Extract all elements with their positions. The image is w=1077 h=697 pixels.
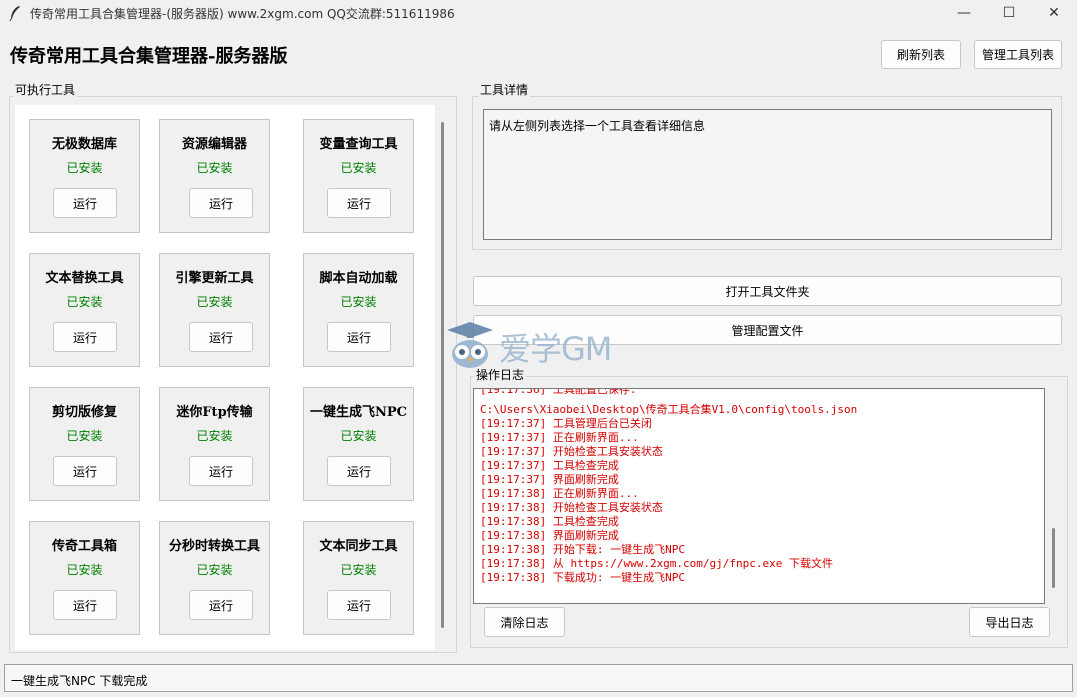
open-tools-folder-button[interactable]: 打开工具文件夹	[473, 276, 1062, 306]
tool-card: 传奇工具箱 已安装 运行	[29, 521, 140, 635]
tool-card: 文本替换工具 已安装 运行	[29, 253, 140, 367]
tool-name: 文本同步工具	[319, 539, 398, 554]
log-line: [19:17:38] 开始下载: 一键生成飞NPC	[480, 543, 685, 556]
tool-card: 变量查询工具 已安装 运行	[303, 119, 414, 233]
detail-text: 请从左侧列表选择一个工具查看详细信息	[489, 119, 706, 133]
tool-status: 已安装	[340, 295, 377, 309]
run-button[interactable]: 运行	[327, 322, 391, 352]
clear-log-button[interactable]: 清除日志	[484, 607, 565, 637]
tool-name: 文本替换工具	[45, 271, 124, 286]
log-line: [19:17:38] 正在刷新界面...	[480, 487, 639, 500]
page-title: 传奇常用工具合集管理器-服务器版	[10, 46, 288, 67]
tool-name: 资源编辑器	[181, 137, 247, 152]
status-text: 一键生成飞NPC 下载完成	[11, 674, 148, 688]
log-line: [19:17:36] 工具配置已保存:	[480, 388, 637, 396]
tool-name: 分秒时转换工具	[168, 539, 260, 554]
log-line: [19:17:37] 界面刷新完成	[480, 473, 619, 486]
tool-name: 迷你Ftp传输	[176, 405, 253, 420]
manage-tools-button[interactable]: 管理工具列表	[974, 40, 1062, 69]
run-button[interactable]: 运行	[53, 322, 117, 352]
export-log-button[interactable]: 导出日志	[969, 607, 1050, 637]
window-titlebar: 传奇常用工具合集管理器-(服务器版) www.2xgm.com QQ交流群:51…	[0, 0, 1077, 26]
tool-card: 脚本自动加载 已安装 运行	[303, 253, 414, 367]
watermark-text: 爱学GM	[499, 330, 612, 368]
log-textarea[interactable]: [19:17:36] 工具配置已保存: C:\Users\Xiaobei\Des…	[473, 388, 1045, 604]
tool-card: 无极数据库 已安装 运行	[29, 119, 140, 233]
run-button[interactable]: 运行	[53, 456, 117, 486]
tool-status: 已安装	[196, 161, 233, 175]
tool-status: 已安装	[66, 161, 103, 175]
log-line: [19:17:38] 下载成功: 一键生成飞NPC	[480, 571, 685, 584]
log-line: [19:17:38] 从 https://www.2xgm.com/gj/fnp…	[480, 557, 834, 570]
tool-status: 已安装	[196, 563, 233, 577]
tool-card: 文本同步工具 已安装 运行	[303, 521, 414, 635]
minimize-icon: —	[957, 5, 971, 21]
tool-card: 一键生成飞NPC 已安装 运行	[303, 387, 414, 501]
tools-group-label: 可执行工具	[13, 81, 78, 98]
log-line: [19:17:37] 工具检查完成	[480, 459, 619, 472]
tools-scrollbar[interactable]	[441, 122, 444, 628]
tool-name: 脚本自动加载	[319, 271, 398, 286]
owl-graduate-icon	[447, 322, 493, 368]
run-button[interactable]: 运行	[189, 456, 253, 486]
status-bar: 一键生成飞NPC 下载完成	[4, 664, 1073, 692]
tool-card: 引擎更新工具 已安装 运行	[159, 253, 270, 367]
close-icon: ✕	[1048, 5, 1060, 21]
detail-group-label: 工具详情	[478, 81, 531, 98]
run-button[interactable]: 运行	[327, 188, 391, 218]
tool-status: 已安装	[196, 295, 233, 309]
run-button[interactable]: 运行	[189, 322, 253, 352]
refresh-list-button[interactable]: 刷新列表	[881, 40, 961, 69]
tool-card: 资源编辑器 已安装 运行	[159, 119, 270, 233]
tool-card: 分秒时转换工具 已安装 运行	[159, 521, 270, 635]
log-line: [19:17:37] 正在刷新界面...	[480, 431, 639, 444]
log-line: C:\Users\Xiaobei\Desktop\传奇工具合集V1.0\conf…	[480, 403, 858, 416]
log-line: [19:17:37] 工具管理后台已关闭	[480, 417, 652, 430]
log-line: [19:17:38] 界面刷新完成	[480, 529, 619, 542]
tool-status: 已安装	[66, 563, 103, 577]
log-line: [19:17:38] 开始检查工具安装状态	[480, 501, 663, 514]
minimize-button[interactable]: —	[941, 0, 987, 26]
run-button[interactable]: 运行	[189, 590, 253, 620]
log-scrollbar[interactable]	[1052, 528, 1055, 588]
run-button[interactable]: 运行	[53, 590, 117, 620]
run-button[interactable]: 运行	[327, 456, 391, 486]
tool-name: 一键生成飞NPC	[309, 405, 407, 420]
tool-name: 变量查询工具	[319, 137, 398, 152]
maximize-button[interactable]: ☐	[986, 0, 1032, 26]
run-button[interactable]: 运行	[327, 590, 391, 620]
watermark: 爱学GM	[445, 320, 640, 370]
tool-card: 剪切版修复 已安装 运行	[29, 387, 140, 501]
window-title: 传奇常用工具合集管理器-(服务器版) www.2xgm.com QQ交流群:51…	[30, 7, 455, 21]
maximize-icon: ☐	[1002, 5, 1016, 21]
tool-name: 引擎更新工具	[175, 271, 254, 286]
tool-status: 已安装	[196, 429, 233, 443]
tools-canvas: 无极数据库 已安装 运行 资源编辑器 已安装 运行 变量查询工具 已安装 运行 …	[15, 105, 435, 650]
detail-textarea[interactable]: 请从左侧列表选择一个工具查看详细信息	[483, 109, 1052, 240]
run-button[interactable]: 运行	[53, 188, 117, 218]
close-button[interactable]: ✕	[1031, 0, 1077, 26]
feather-icon	[9, 6, 20, 21]
tool-status: 已安装	[340, 161, 377, 175]
log-line: [19:17:38] 工具检查完成	[480, 515, 619, 528]
tool-status: 已安装	[340, 563, 377, 577]
tool-status: 已安装	[340, 429, 377, 443]
tool-name: 无极数据库	[51, 137, 117, 152]
tool-name: 传奇工具箱	[51, 539, 117, 554]
log-line: [19:17:37] 开始检查工具安装状态	[480, 445, 663, 458]
run-button[interactable]: 运行	[189, 188, 253, 218]
tool-card: 迷你Ftp传输 已安装 运行	[159, 387, 270, 501]
tool-name: 剪切版修复	[51, 405, 117, 420]
tool-status: 已安装	[66, 429, 103, 443]
tool-status: 已安装	[66, 295, 103, 309]
